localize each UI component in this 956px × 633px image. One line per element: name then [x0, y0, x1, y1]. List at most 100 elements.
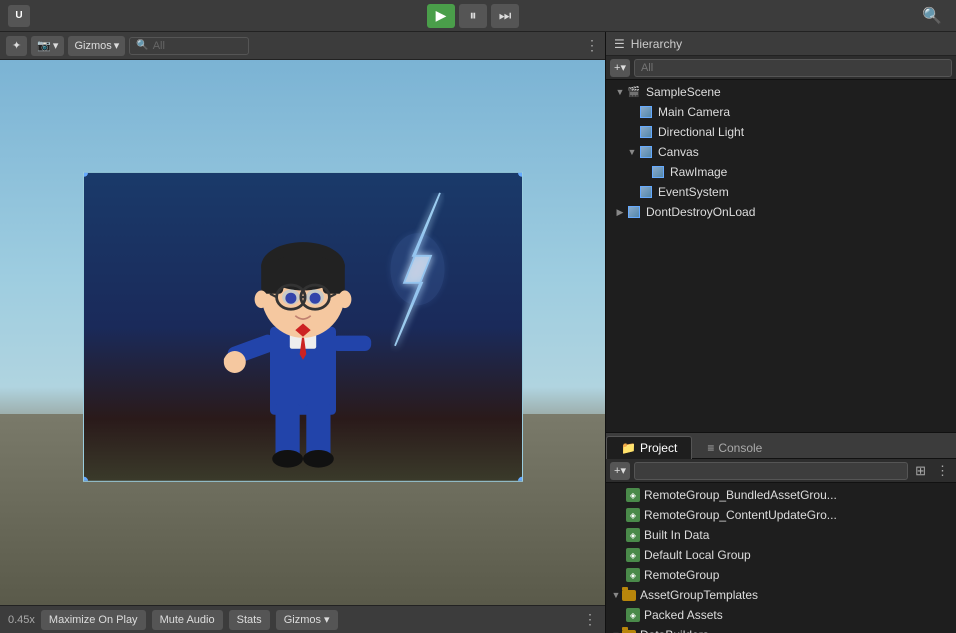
samplescene-label: SampleScene: [646, 85, 721, 99]
gizmos-status-button[interactable]: Gizmos ▾: [276, 610, 338, 630]
project-item-databuilders[interactable]: ▼ DataBuilders: [606, 625, 956, 633]
gizmos-label: Gizmos: [74, 40, 111, 52]
assetgrouptemplates-label: AssetGroupTemplates: [640, 588, 758, 602]
top-bar: U ▶ ⏸ ⏭ 🔍: [0, 0, 956, 32]
project-item-packedassets[interactable]: ◈ Packed Assets: [606, 605, 956, 625]
hierarchy-item-directionallight[interactable]: Directional Light: [606, 122, 956, 142]
rawimage-label: RawImage: [670, 165, 727, 179]
handle-bottom-right[interactable]: [518, 476, 523, 481]
scene-search: 🔍 All: [129, 37, 249, 55]
project-tab-label: Project: [640, 441, 677, 455]
top-bar-right: 🔍: [916, 4, 948, 28]
gizmos-status-label: Gizmos: [284, 614, 321, 626]
camera-button[interactable]: 📷 ▾: [31, 36, 64, 56]
project-item-assetgrouptemplates[interactable]: ▼ AssetGroupTemplates: [606, 585, 956, 605]
scene-status-more-button[interactable]: ⋮: [583, 611, 597, 628]
project-search-input[interactable]: [634, 462, 908, 480]
project-more-button[interactable]: ⋮: [933, 463, 952, 479]
mute-audio-button[interactable]: Mute Audio: [152, 610, 223, 630]
handle-top-right[interactable]: [518, 171, 523, 176]
hierarchy-item-maincamera[interactable]: Main Camera: [606, 102, 956, 122]
game-content: [84, 172, 522, 480]
maximize-on-play-button[interactable]: Maximize On Play: [41, 610, 146, 630]
hierarchy-item-rawimage[interactable]: RawImage: [606, 162, 956, 182]
hierarchy-header: ☰ Hierarchy: [606, 32, 956, 56]
project-item-remotebundled[interactable]: ◈ RemoteGroup_BundledAssetGrou...: [606, 485, 956, 505]
scene-status-bar: 0.45x Maximize On Play Mute Audio Stats …: [0, 605, 605, 633]
tab-project[interactable]: 📁 Project: [606, 436, 692, 459]
canvas-cube-icon: [638, 144, 654, 160]
dontdestroyonload-label: DontDestroyOnLoad: [646, 205, 755, 219]
tab-console[interactable]: ≡ Console: [692, 436, 777, 459]
builtin-label: Built In Data: [644, 528, 709, 542]
project-tabs: 📁 Project ≡ Console: [606, 433, 956, 459]
remotecontentupdate-asset-icon: ◈: [626, 508, 640, 522]
hierarchy-toolbar: + ▾: [606, 56, 956, 80]
tools-button[interactable]: ✦: [6, 36, 27, 56]
defaultlocal-label: Default Local Group: [644, 548, 751, 562]
gizmos-dropdown[interactable]: Gizmos ▾: [68, 36, 125, 56]
remote-asset-icon: ◈: [626, 568, 640, 582]
zoom-level: 0.45x: [8, 614, 35, 626]
project-item-remotecontentupdate[interactable]: ◈ RemoteGroup_ContentUpdateGro...: [606, 505, 956, 525]
packedassets-label: Packed Assets: [644, 608, 723, 622]
pause-button[interactable]: ⏸: [459, 4, 487, 28]
eventsystem-cube-icon: [638, 184, 654, 200]
hierarchy-item-dontdestroyonload[interactable]: ▶ DontDestroyOnLoad: [606, 202, 956, 222]
game-viewport: [83, 171, 523, 481]
assetgrouptemplates-folder-icon: [622, 590, 636, 601]
databuilders-folder-icon: [622, 630, 636, 633]
play-button[interactable]: ▶: [427, 4, 455, 28]
unity-logo: U: [8, 5, 30, 27]
hierarchy-add-button[interactable]: + ▾: [610, 59, 630, 77]
main-content: ✦ 📷 ▾ Gizmos ▾ 🔍 All ⋮: [0, 32, 956, 633]
project-item-builtin[interactable]: ◈ Built In Data: [606, 525, 956, 545]
rawimage-cube-icon: [650, 164, 666, 180]
scene-toolbar-more-button[interactable]: ⋮: [585, 37, 599, 54]
samplescene-arrow-icon: ▼: [614, 87, 626, 97]
canvas-label: Canvas: [658, 145, 699, 159]
project-add-button[interactable]: + ▾: [610, 462, 630, 480]
hierarchy-panel-icon: ☰: [614, 37, 625, 51]
dontdestroyonload-arrow-icon: ▶: [614, 207, 626, 218]
remotecontentupdate-label: RemoteGroup_ContentUpdateGro...: [644, 508, 837, 522]
scene-panel: ✦ 📷 ▾ Gizmos ▾ 🔍 All ⋮: [0, 32, 606, 633]
packedassets-asset-icon: ◈: [626, 608, 640, 622]
project-toolbar: + ▾ ⊞ ⋮: [606, 459, 956, 483]
hierarchy-panel: ☰ Hierarchy + ▾ ▼ 🎬 SampleScene: [606, 32, 956, 433]
project-panel: 📁 Project ≡ Console + ▾ ⊞ ⋮: [606, 433, 956, 633]
project-content: ◈ RemoteGroup_BundledAssetGrou... ◈ Remo…: [606, 483, 956, 633]
project-item-defaultlocal[interactable]: ◈ Default Local Group: [606, 545, 956, 565]
project-layout-button[interactable]: ⊞: [912, 463, 929, 479]
builtin-asset-icon: ◈: [626, 528, 640, 542]
step-button[interactable]: ⏭: [491, 4, 519, 28]
lightning-effect: [362, 192, 482, 372]
project-item-remote[interactable]: ◈ RemoteGroup: [606, 565, 956, 585]
eventsystem-label: EventSystem: [658, 185, 729, 199]
maincamera-label: Main Camera: [658, 105, 730, 119]
hierarchy-item-eventsystem[interactable]: EventSystem: [606, 182, 956, 202]
dontdestroyonload-cube-icon: [626, 204, 642, 220]
search-button[interactable]: 🔍: [916, 4, 948, 28]
camera-dropdown-icon: ▾: [53, 39, 59, 52]
hierarchy-tab: Hierarchy: [631, 37, 682, 51]
console-tab-label: Console: [718, 441, 762, 455]
scene-view[interactable]: [0, 60, 605, 605]
console-tab-icon: ≡: [707, 441, 714, 455]
maincamera-cube-icon: [638, 104, 654, 120]
scene-search-icon: 🔍: [136, 40, 148, 51]
hierarchy-item-samplescene[interactable]: ▼ 🎬 SampleScene: [606, 82, 956, 102]
scene-toolbar: ✦ 📷 ▾ Gizmos ▾ 🔍 All ⋮: [0, 32, 605, 60]
hierarchy-item-canvas[interactable]: ▼ Canvas: [606, 142, 956, 162]
databuilders-label: DataBuilders: [640, 628, 709, 633]
assetgrouptemplates-arrow-icon: ▼: [610, 590, 622, 600]
hierarchy-search-input[interactable]: [634, 59, 952, 77]
scene-search-text: All: [153, 40, 165, 52]
handle-bottom-left[interactable]: [83, 476, 88, 481]
hierarchy-content: ▼ 🎬 SampleScene Main Camera Directional: [606, 80, 956, 432]
remotebundled-asset-icon: ◈: [626, 488, 640, 502]
tools-icon: ✦: [12, 39, 21, 52]
stats-button[interactable]: Stats: [229, 610, 270, 630]
camera-icon: 📷: [37, 39, 51, 52]
project-tab-icon: 📁: [621, 441, 636, 455]
